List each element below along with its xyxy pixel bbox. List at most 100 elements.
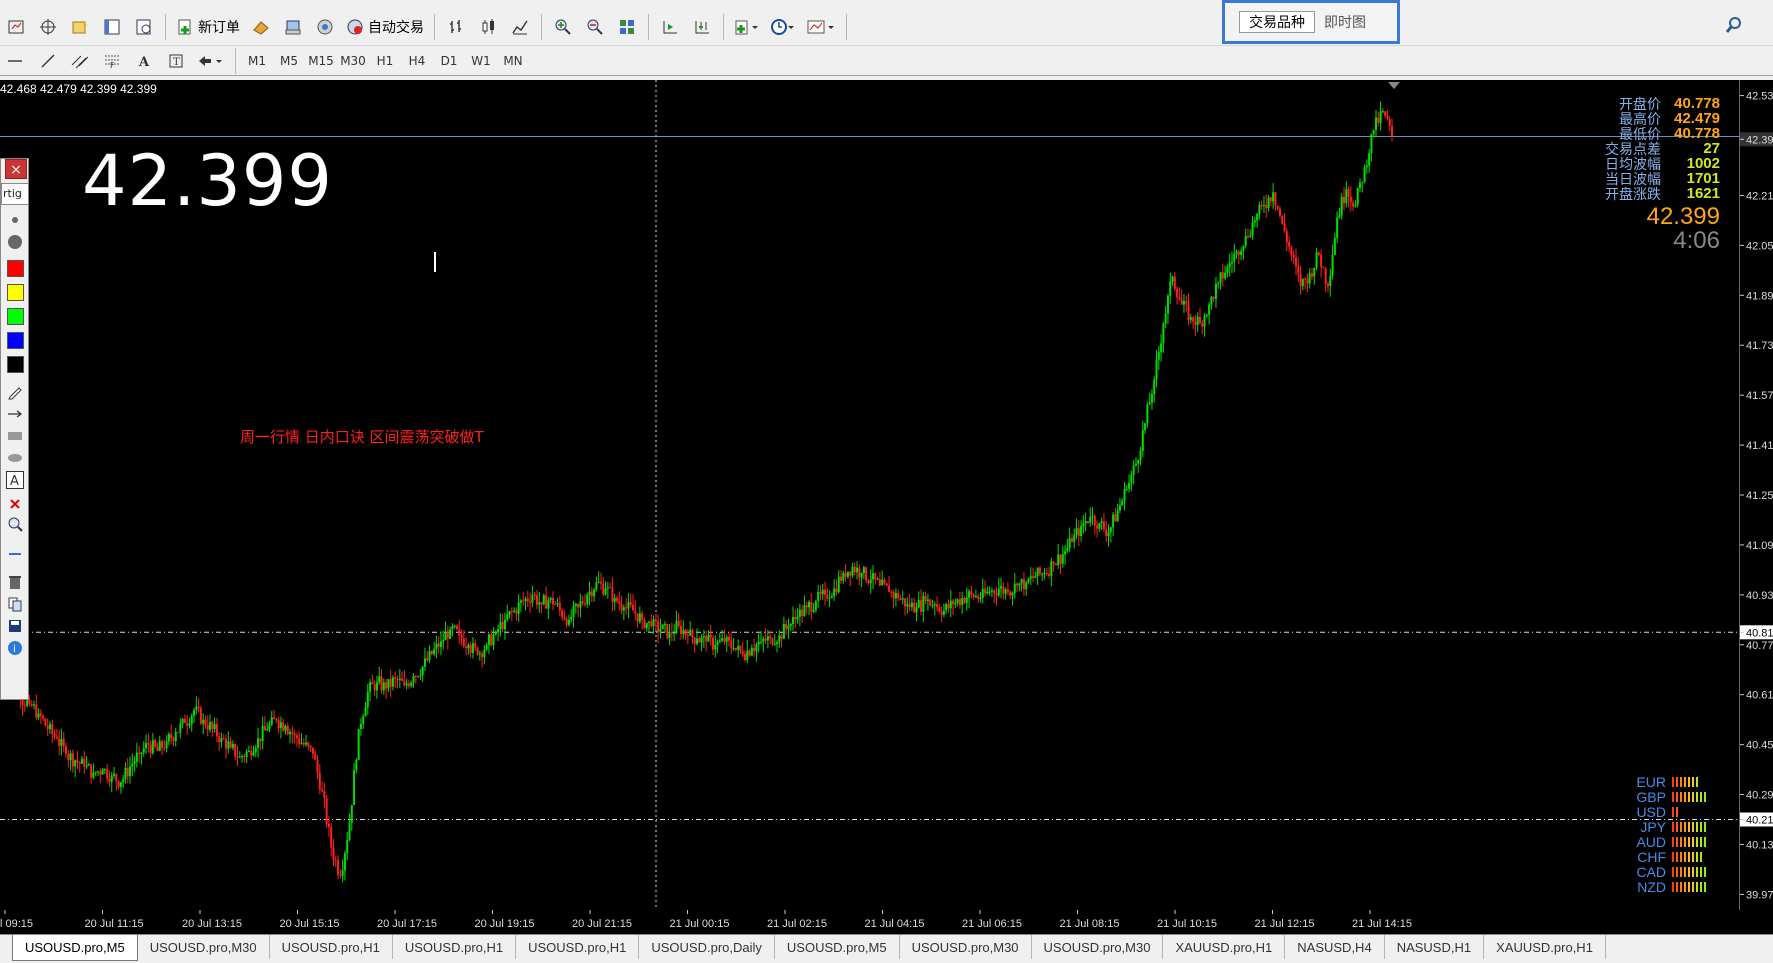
candle-body (862, 567, 865, 574)
chart-annotation-text[interactable]: 周一行情 日内口诀 区间震荡突破做T (240, 426, 484, 447)
candle-chart-icon[interactable] (474, 13, 502, 41)
candle-body (1388, 119, 1391, 127)
timeframe-h4[interactable]: H4 (401, 49, 433, 73)
chart-tab[interactable]: USOUSD.pro,H1 (516, 935, 640, 959)
pencil-icon[interactable] (5, 383, 25, 401)
bar-chart-icon[interactable] (442, 13, 470, 41)
new-order-button[interactable]: 新订单 (173, 13, 243, 41)
ellipse-icon[interactable] (5, 449, 25, 467)
chart-shift-icon[interactable] (656, 13, 684, 41)
text-icon[interactable]: A (130, 47, 158, 75)
mt4-terminal: 新订单 自动交易 交易品种 即时图 F A T M1 M5 M15 M30 H1… (0, 0, 1773, 963)
chart-tab[interactable]: USOUSD.pro,M30 (138, 935, 270, 959)
periods-icon[interactable] (767, 13, 799, 41)
candle-body (961, 597, 964, 605)
candle-body (627, 602, 630, 609)
horizontal-line-icon[interactable] (2, 47, 30, 75)
candle-body (929, 599, 932, 606)
data-window-icon[interactable] (130, 13, 158, 41)
new-chart-icon[interactable] (2, 13, 30, 41)
candle-body (974, 596, 977, 598)
candle-body (890, 591, 893, 593)
candle-body (1269, 197, 1272, 202)
text-tool-icon[interactable]: A (5, 471, 25, 489)
terminal-icon[interactable] (279, 13, 307, 41)
candle-body (1134, 463, 1137, 466)
info-icon[interactable]: i (5, 639, 25, 657)
color-blue[interactable] (5, 331, 25, 349)
candle-body (1299, 273, 1302, 286)
candle-body (435, 643, 438, 649)
candle-body (1114, 514, 1117, 522)
candle-body (103, 769, 106, 771)
chart-tab[interactable]: USOUSD.pro,M5 (775, 935, 900, 959)
timeframe-m15[interactable]: M15 (305, 49, 337, 73)
candle-body (554, 604, 557, 606)
chart-tab[interactable]: NASUSD,H1 (1385, 935, 1485, 959)
close-icon[interactable]: × (5, 159, 27, 179)
timeframe-h1[interactable]: H1 (369, 49, 401, 73)
chart-tab[interactable]: USOUSD.pro,M30 (1032, 935, 1164, 959)
trendline-icon[interactable] (34, 47, 62, 75)
chart-tab[interactable]: XAUUSD.pro,H1 (1484, 935, 1606, 959)
color-red[interactable] (5, 259, 25, 277)
tile-windows-icon[interactable] (613, 13, 641, 41)
candle-body (563, 616, 566, 619)
tab-symbols[interactable]: 交易品种 (1239, 11, 1315, 33)
fibonacci-icon[interactable]: F (98, 47, 126, 75)
timeframe-m5[interactable]: M5 (273, 49, 305, 73)
tab-realtime-chart[interactable]: 即时图 (1315, 11, 1375, 33)
trash-icon[interactable] (5, 573, 25, 591)
candle-body (1141, 430, 1144, 451)
zoom-out-icon[interactable] (581, 13, 609, 41)
arrow-line-icon[interactable] (5, 405, 25, 423)
experts-icon[interactable] (247, 13, 275, 41)
chart-tab[interactable]: USOUSD.pro,M30 (900, 935, 1032, 959)
zoom-in-icon[interactable] (549, 13, 577, 41)
chart-tab[interactable]: USOUSD.pro,M5 (12, 935, 138, 961)
timeframe-w1[interactable]: W1 (465, 49, 497, 73)
candle-body (728, 636, 731, 641)
crosshair-icon[interactable] (34, 13, 62, 41)
auto-trade-button[interactable]: 自动交易 (343, 13, 427, 41)
search-icon[interactable] (1725, 16, 1743, 38)
color-green[interactable] (5, 307, 25, 325)
market-watch-icon[interactable] (98, 13, 126, 41)
timeframe-d1[interactable]: D1 (433, 49, 465, 73)
text-label-icon[interactable]: T (162, 47, 190, 75)
large-dot-icon[interactable] (5, 233, 25, 251)
copy-icon[interactable] (5, 595, 25, 613)
small-dot-icon[interactable] (5, 211, 25, 229)
candle-body (42, 715, 45, 719)
chart-tab[interactable]: NASUSD,H4 (1285, 935, 1385, 959)
color-yellow[interactable] (5, 283, 25, 301)
autoscroll-icon[interactable] (688, 13, 716, 41)
delete-x-icon[interactable] (5, 495, 25, 513)
timeframe-mn[interactable]: MN (497, 49, 529, 73)
line-chart-icon[interactable] (506, 13, 534, 41)
zoom-tool-icon[interactable] (5, 515, 25, 533)
chart-tab[interactable]: USOUSD.pro,Daily (639, 935, 775, 959)
equidistant-channel-icon[interactable] (66, 47, 94, 75)
rectangle-icon[interactable] (5, 427, 25, 445)
chart-tab[interactable]: USOUSD.pro,H1 (270, 935, 393, 959)
candle-body (750, 647, 753, 656)
candle-body (821, 589, 824, 595)
color-black[interactable] (5, 355, 25, 373)
candle-body (55, 736, 58, 739)
candle-body (668, 632, 671, 638)
save-icon[interactable] (5, 617, 25, 635)
tool-name-field[interactable]: rtig (1, 183, 29, 205)
minimize-icon[interactable] (5, 545, 25, 563)
signals-icon[interactable] (311, 13, 339, 41)
strength-bar (1672, 881, 1674, 892)
candle-body (1068, 538, 1071, 548)
indicators-icon[interactable] (731, 13, 763, 41)
chart-tab[interactable]: XAUUSD.pro,H1 (1163, 935, 1286, 959)
arrows-dropdown-icon[interactable] (194, 47, 228, 75)
chart-tab[interactable]: USOUSD.pro,H1 (393, 935, 517, 959)
timeframe-m1[interactable]: M1 (241, 49, 273, 73)
profiles-icon[interactable] (66, 13, 94, 41)
timeframe-m30[interactable]: M30 (337, 49, 369, 73)
templates-icon[interactable] (803, 13, 839, 41)
